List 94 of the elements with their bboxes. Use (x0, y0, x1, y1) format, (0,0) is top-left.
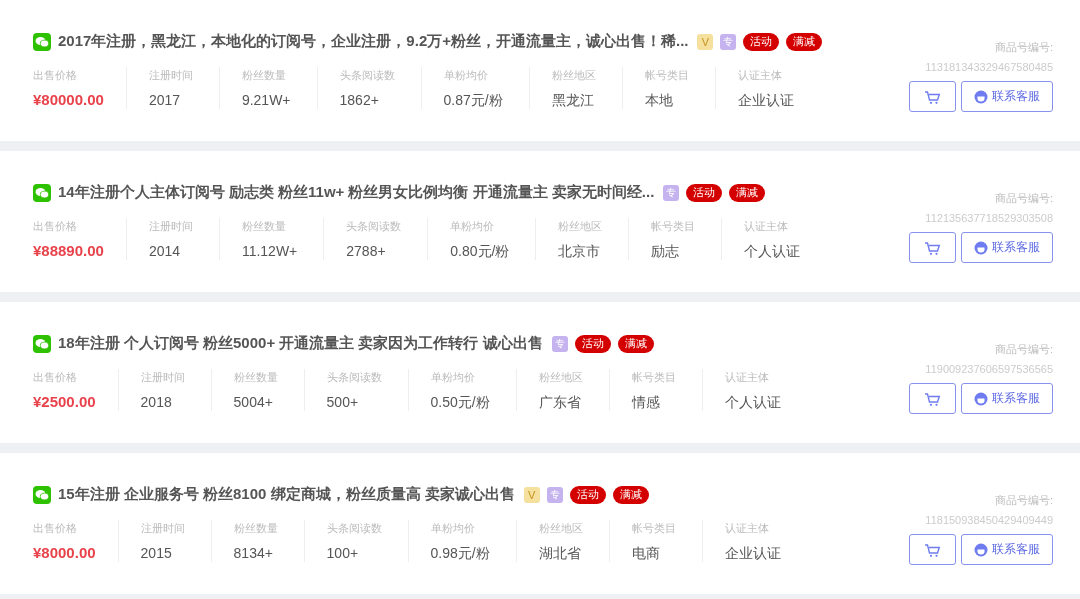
stat-value: 2788+ (346, 242, 387, 260)
stat-label: 头条阅读数 (346, 219, 402, 234)
wechat-icon (33, 32, 51, 51)
tag: 活动 (569, 485, 606, 504)
tag: 满减 (729, 183, 766, 202)
cart-button[interactable] (909, 534, 956, 565)
stat-value: 0.80元/粉 (450, 242, 510, 260)
price: ¥2500.00 (33, 393, 96, 411)
contact-button[interactable]: 联系客服 (961, 383, 1053, 414)
cart-icon (924, 391, 941, 406)
stat-label: 头条阅读数 (326, 370, 382, 385)
badge: 专 (551, 335, 568, 352)
cart-icon (924, 542, 941, 557)
stat-label: 单粉均价 (443, 68, 489, 83)
stat-label: 粉丝地区 (551, 68, 596, 83)
listing-title: 15年注册 企业服务号 粉丝8100 绑定商城，粉丝质量高 卖家诚心出售 (58, 485, 515, 504)
wechat-icon (33, 183, 51, 202)
stat-value: 5004+ (233, 393, 274, 411)
stat-label: 注册时间 (148, 219, 193, 234)
support-agent-icon (974, 542, 988, 557)
stat-label: 粉丝地区 (558, 219, 603, 234)
stat-value: 个人认证 (744, 242, 801, 260)
badge: 专 (720, 33, 737, 50)
stat-value: 本地 (644, 91, 674, 109)
tag: 满减 (786, 32, 823, 51)
stat-label: 注册时间 (148, 68, 193, 83)
stat-value: 100+ (326, 544, 360, 562)
cart-icon (924, 89, 941, 104)
stat-value: 北京市 (558, 242, 602, 260)
badge: V (523, 486, 540, 503)
tag: 活动 (574, 334, 611, 353)
tag: 满减 (612, 485, 649, 504)
contact-button[interactable]: 联系客服 (961, 232, 1053, 263)
support-agent-icon (974, 391, 988, 406)
stat-label: 单粉均价 (430, 370, 476, 385)
stat-value: 企业认证 (737, 91, 794, 109)
contact-button[interactable]: 联系客服 (961, 81, 1053, 112)
stat-value: 11.12W+ (241, 242, 298, 260)
price: ¥8000.00 (33, 544, 96, 562)
stat-value: 0.87元/粉 (443, 91, 503, 109)
stat-value: 8134+ (233, 544, 274, 562)
price: ¥80000.00 (33, 91, 104, 109)
stat-value: 企业认证 (724, 544, 781, 562)
price: ¥88890.00 (33, 242, 104, 260)
stat-label: 出售价格 (33, 370, 78, 385)
stat-label: 头条阅读数 (339, 68, 395, 83)
stat-value: 广东省 (538, 393, 582, 411)
tag: 活动 (686, 183, 723, 202)
cart-button[interactable] (909, 383, 956, 414)
cart-button[interactable] (909, 81, 956, 112)
stat-label: 单粉均价 (450, 219, 496, 234)
stat-label: 粉丝数量 (241, 68, 287, 83)
stat-label: 粉丝地区 (538, 521, 583, 536)
stat-value: 2014 (148, 242, 182, 260)
stat-value: 个人认证 (724, 393, 781, 411)
listing-title: 2017年注册，黑龙江，本地化的订阅号，企业注册，9.2万+粉丝，开通流量主，诚心出售！稀... (58, 32, 689, 51)
stat-value: 1862+ (339, 91, 380, 109)
stat-value: 2015 (140, 544, 173, 562)
stat-label: 粉丝数量 (233, 521, 278, 536)
stat-label: 粉丝数量 (233, 370, 278, 385)
support-agent-icon (974, 89, 988, 104)
stat-label: 注册时间 (140, 370, 185, 385)
stat-label: 单粉均价 (430, 521, 476, 536)
stat-label: 出售价格 (33, 521, 78, 536)
stat-value: 情感 (631, 393, 661, 411)
stat-label: 注册时间 (140, 521, 185, 536)
stat-value: 2018 (140, 393, 173, 411)
stat-value: 电商 (631, 544, 661, 562)
listing-title: 14年注册个人主体订阅号 励志类 粉丝11w+ 粉丝男女比例均衡 开通流量主 卖家无时间经... (58, 183, 655, 202)
cart-icon (924, 240, 941, 255)
stat-label: 粉丝地区 (538, 370, 583, 385)
stat-value: 0.50元/粉 (430, 393, 490, 411)
badge: 专 (663, 184, 680, 201)
badge: V (697, 33, 714, 50)
stat-value: 9.21W+ (241, 91, 291, 109)
wechat-icon (33, 334, 51, 353)
stat-value: 0.98元/粉 (430, 544, 490, 562)
stat-value: 2017 (148, 91, 182, 109)
stat-label: 头条阅读数 (326, 521, 382, 536)
wechat-icon (33, 485, 51, 504)
badge: 专 (546, 486, 563, 503)
contact-button[interactable]: 联系客服 (961, 534, 1053, 565)
stat-value: 500+ (326, 393, 360, 411)
cart-button[interactable] (909, 232, 956, 263)
support-agent-icon (974, 240, 988, 255)
tag: 满减 (617, 334, 654, 353)
stat-label: 出售价格 (33, 68, 78, 83)
stat-value: 黑龙江 (551, 91, 595, 109)
stat-value: 湖北省 (538, 544, 582, 562)
listing-title: 18年注册 个人订阅号 粉丝5000+ 开通流量主 卖家因为工作转行 诚心出售 (58, 334, 543, 353)
stat-label: 粉丝数量 (241, 219, 287, 234)
stat-label: 出售价格 (33, 219, 78, 234)
stat-value: 励志 (651, 242, 681, 260)
tag: 活动 (743, 32, 780, 51)
